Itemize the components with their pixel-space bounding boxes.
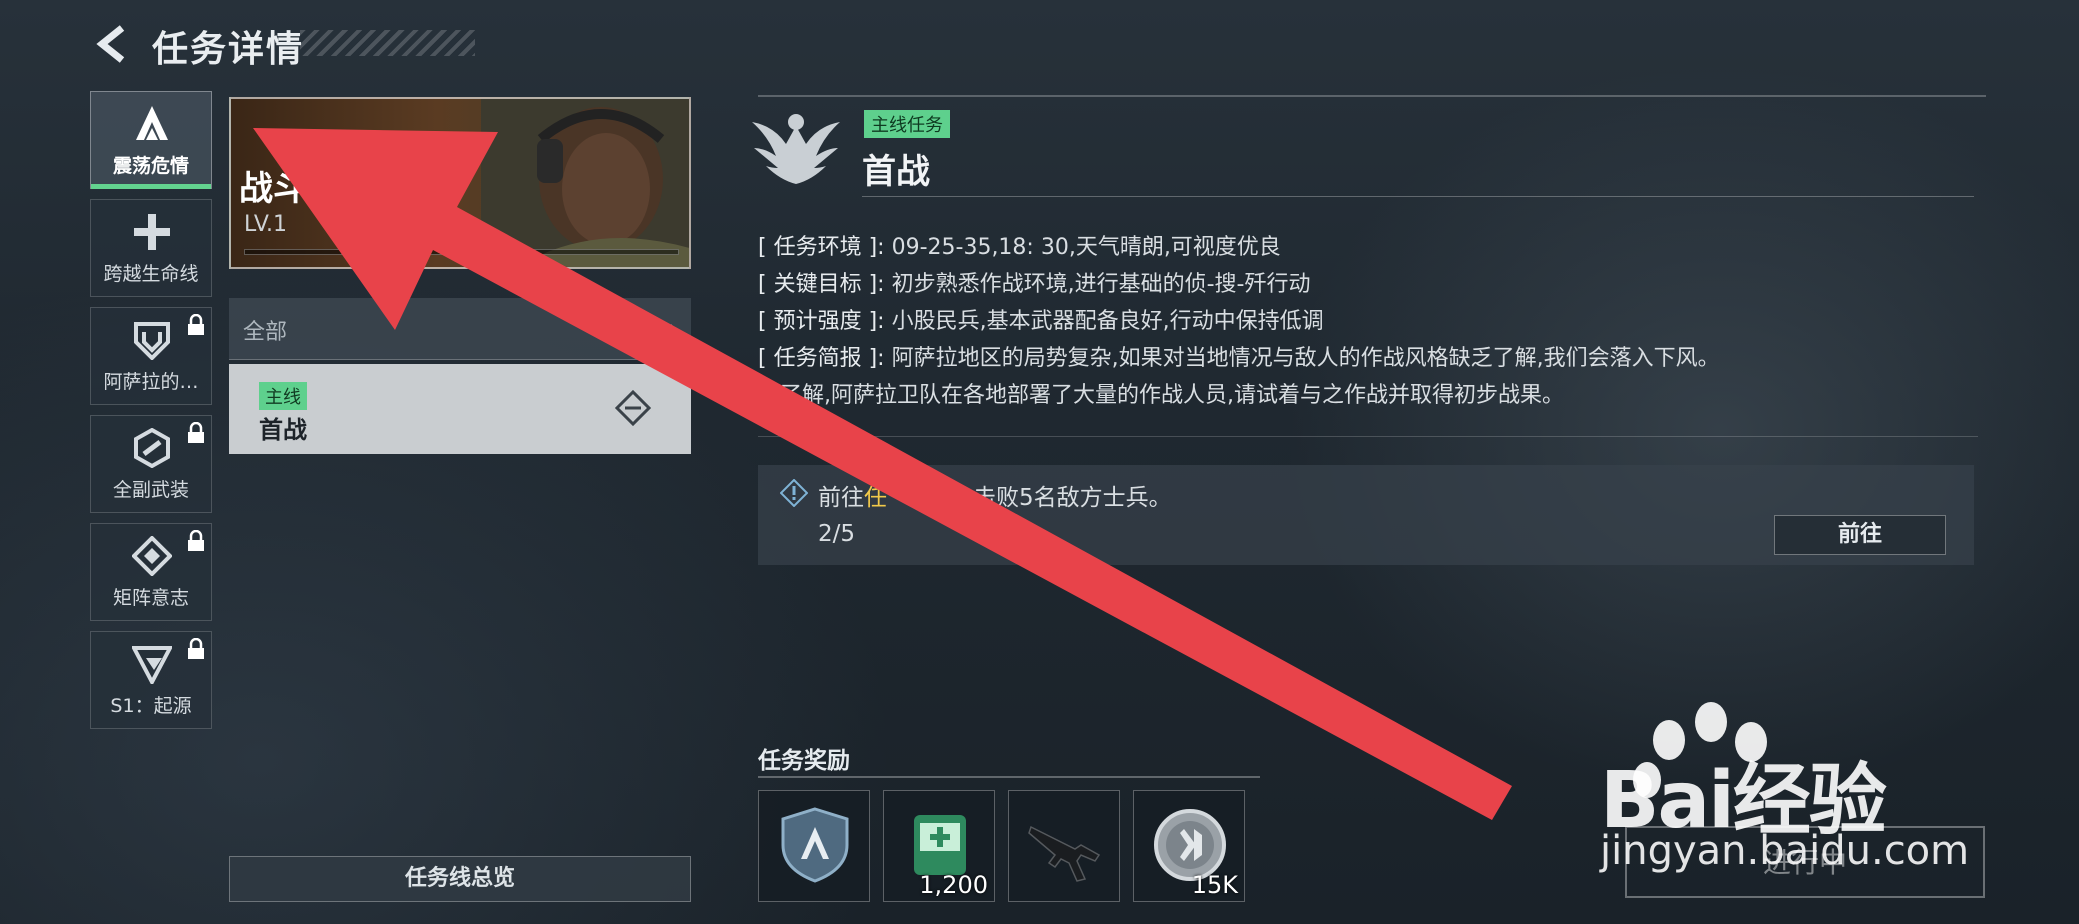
soldier-portrait-image bbox=[481, 99, 689, 267]
baidu-watermark-url: jingyan.baidu.com bbox=[1600, 828, 1970, 874]
quest-title: 首战 bbox=[862, 152, 930, 192]
goto-button[interactable]: 前往 bbox=[1774, 515, 1946, 555]
quest-list-item[interactable]: 主线 首战 bbox=[229, 364, 691, 454]
sidebar-tab-label: 震荡危情 bbox=[112, 155, 189, 177]
main-quest-tag: 主线任务 bbox=[864, 110, 950, 138]
sidebar-tab-lifeline[interactable]: 跨越生命线 bbox=[90, 199, 212, 297]
questline-name: 战斗 bbox=[239, 169, 307, 209]
title-decoration bbox=[300, 30, 475, 56]
eagle-emblem-icon bbox=[752, 114, 840, 184]
quest-info-environment: [ 任务环境 ]: 09-25-35,18: 30,天气晴朗,可视度优良 bbox=[758, 229, 1281, 261]
info-value: 初步熟悉作战环境,进行基础的侦-搜-歼行动 bbox=[891, 272, 1311, 297]
info-key: [ 预计强度 ]: bbox=[758, 309, 885, 334]
cross-icon bbox=[134, 214, 170, 250]
back-arrow-icon[interactable] bbox=[92, 22, 132, 66]
objective-location: 任 bbox=[864, 485, 887, 511]
lock-icon bbox=[188, 530, 204, 551]
info-value: 阿萨拉地区的局势复杂,如果对当地情况与敌人的作战风格缺乏了解,我们会落入下风。 bbox=[891, 346, 1720, 371]
page-title: 任务详情 bbox=[152, 29, 305, 70]
rewards-title: 任务奖励 bbox=[758, 748, 850, 774]
quest-briefing-continued: 握了解,阿萨拉卫队在各地部署了大量的作战人员,请试着与之作战并取得初步战果。 bbox=[758, 383, 1564, 408]
sidebar-tab-matrix-will[interactable]: 矩阵意志 bbox=[90, 523, 212, 621]
sidebar-tab-label: S1：起源 bbox=[110, 695, 192, 717]
sidebar-tab-s1-origin[interactable]: S1：起源 bbox=[90, 631, 212, 729]
a-badge-shield-icon bbox=[781, 807, 849, 883]
reward-count: 15K bbox=[1191, 871, 1238, 899]
info-value: 09-25-35,18: 30,天气晴朗,可视度优良 bbox=[891, 235, 1281, 260]
objective-panel: 前往任 击败5名敌方士兵。 2/5 前往 bbox=[758, 465, 1974, 565]
quest-info-objective: [ 关键目标 ]: 初步熟悉作战环境,进行基础的侦-搜-歼行动 bbox=[758, 266, 1310, 298]
active-indicator bbox=[91, 184, 211, 189]
reward-count: 1,200 bbox=[919, 871, 988, 899]
alert-diamond-icon bbox=[780, 479, 808, 507]
objective-prefix: 前往 bbox=[818, 485, 864, 511]
lock-icon bbox=[188, 422, 204, 443]
objective-text: 前往任 击败5名敌方士兵。 bbox=[818, 478, 1172, 512]
lock-icon bbox=[188, 314, 204, 335]
sidebar-tab-shock-crisis[interactable]: 震荡危情 bbox=[90, 91, 212, 189]
filter-label: 全部 bbox=[243, 320, 288, 345]
main-quest-tag: 主线 bbox=[259, 382, 307, 410]
info-value: 小股民兵,基本武器配备良好,行动中保持低调 bbox=[891, 309, 1324, 334]
diamond-matrix-icon bbox=[132, 536, 172, 576]
chevron-down-icon bbox=[657, 324, 673, 334]
divider bbox=[758, 776, 1260, 778]
quest-status-icon bbox=[615, 390, 651, 426]
reward-item-badge[interactable] bbox=[758, 790, 870, 902]
hexagon-link-icon bbox=[134, 428, 170, 468]
a-logo-icon bbox=[136, 106, 168, 140]
shield-emblem-icon bbox=[134, 322, 170, 360]
reward-item-coin[interactable]: 15K bbox=[1133, 790, 1245, 902]
filter-dropdown[interactable]: 全部 bbox=[229, 298, 691, 360]
questline-overview-button[interactable]: 任务线总览 bbox=[229, 856, 691, 902]
questline-progress-bar bbox=[244, 249, 679, 255]
sidebar-tab-label: 全副武装 bbox=[112, 479, 189, 501]
divider bbox=[758, 436, 1978, 437]
quest-list-name: 首战 bbox=[259, 416, 307, 444]
sidebar-tab-fully-armed[interactable]: 全副武装 bbox=[90, 415, 212, 513]
quest-info-briefing: [ 任务简报 ]: 阿萨拉地区的局势复杂,如果对当地情况与敌人的作战风格缺乏了解… bbox=[758, 340, 1720, 372]
rifle-icon bbox=[1028, 825, 1101, 882]
lock-icon bbox=[188, 638, 204, 659]
reward-item-rifle[interactable] bbox=[1008, 790, 1120, 902]
reward-item-medkit[interactable]: 1,200 bbox=[883, 790, 995, 902]
sidebar-tab-label: 跨越生命线 bbox=[103, 263, 199, 285]
info-key: [ 关键目标 ]: bbox=[758, 272, 885, 297]
objective-suffix: 击败5名敌方士兵。 bbox=[973, 485, 1172, 511]
divider bbox=[862, 196, 1974, 197]
objective-progress: 2/5 bbox=[818, 521, 856, 547]
sidebar-tab-label: 阿萨拉的… bbox=[103, 371, 199, 393]
divider bbox=[758, 95, 1986, 97]
info-key: [ 任务环境 ]: bbox=[758, 235, 885, 260]
info-key: [ 任务简报 ]: bbox=[758, 346, 885, 371]
quest-info-intensity: [ 预计强度 ]: 小股民兵,基本武器配备良好,行动中保持低调 bbox=[758, 303, 1324, 335]
triangle-logo-icon bbox=[132, 646, 172, 684]
questline-card[interactable]: 战斗 LV.1 bbox=[229, 97, 691, 269]
sidebar-tab-label: 矩阵意志 bbox=[112, 587, 189, 609]
sidebar-tab-asala[interactable]: 阿萨拉的… bbox=[90, 307, 212, 405]
questline-level: LV.1 bbox=[244, 212, 288, 237]
